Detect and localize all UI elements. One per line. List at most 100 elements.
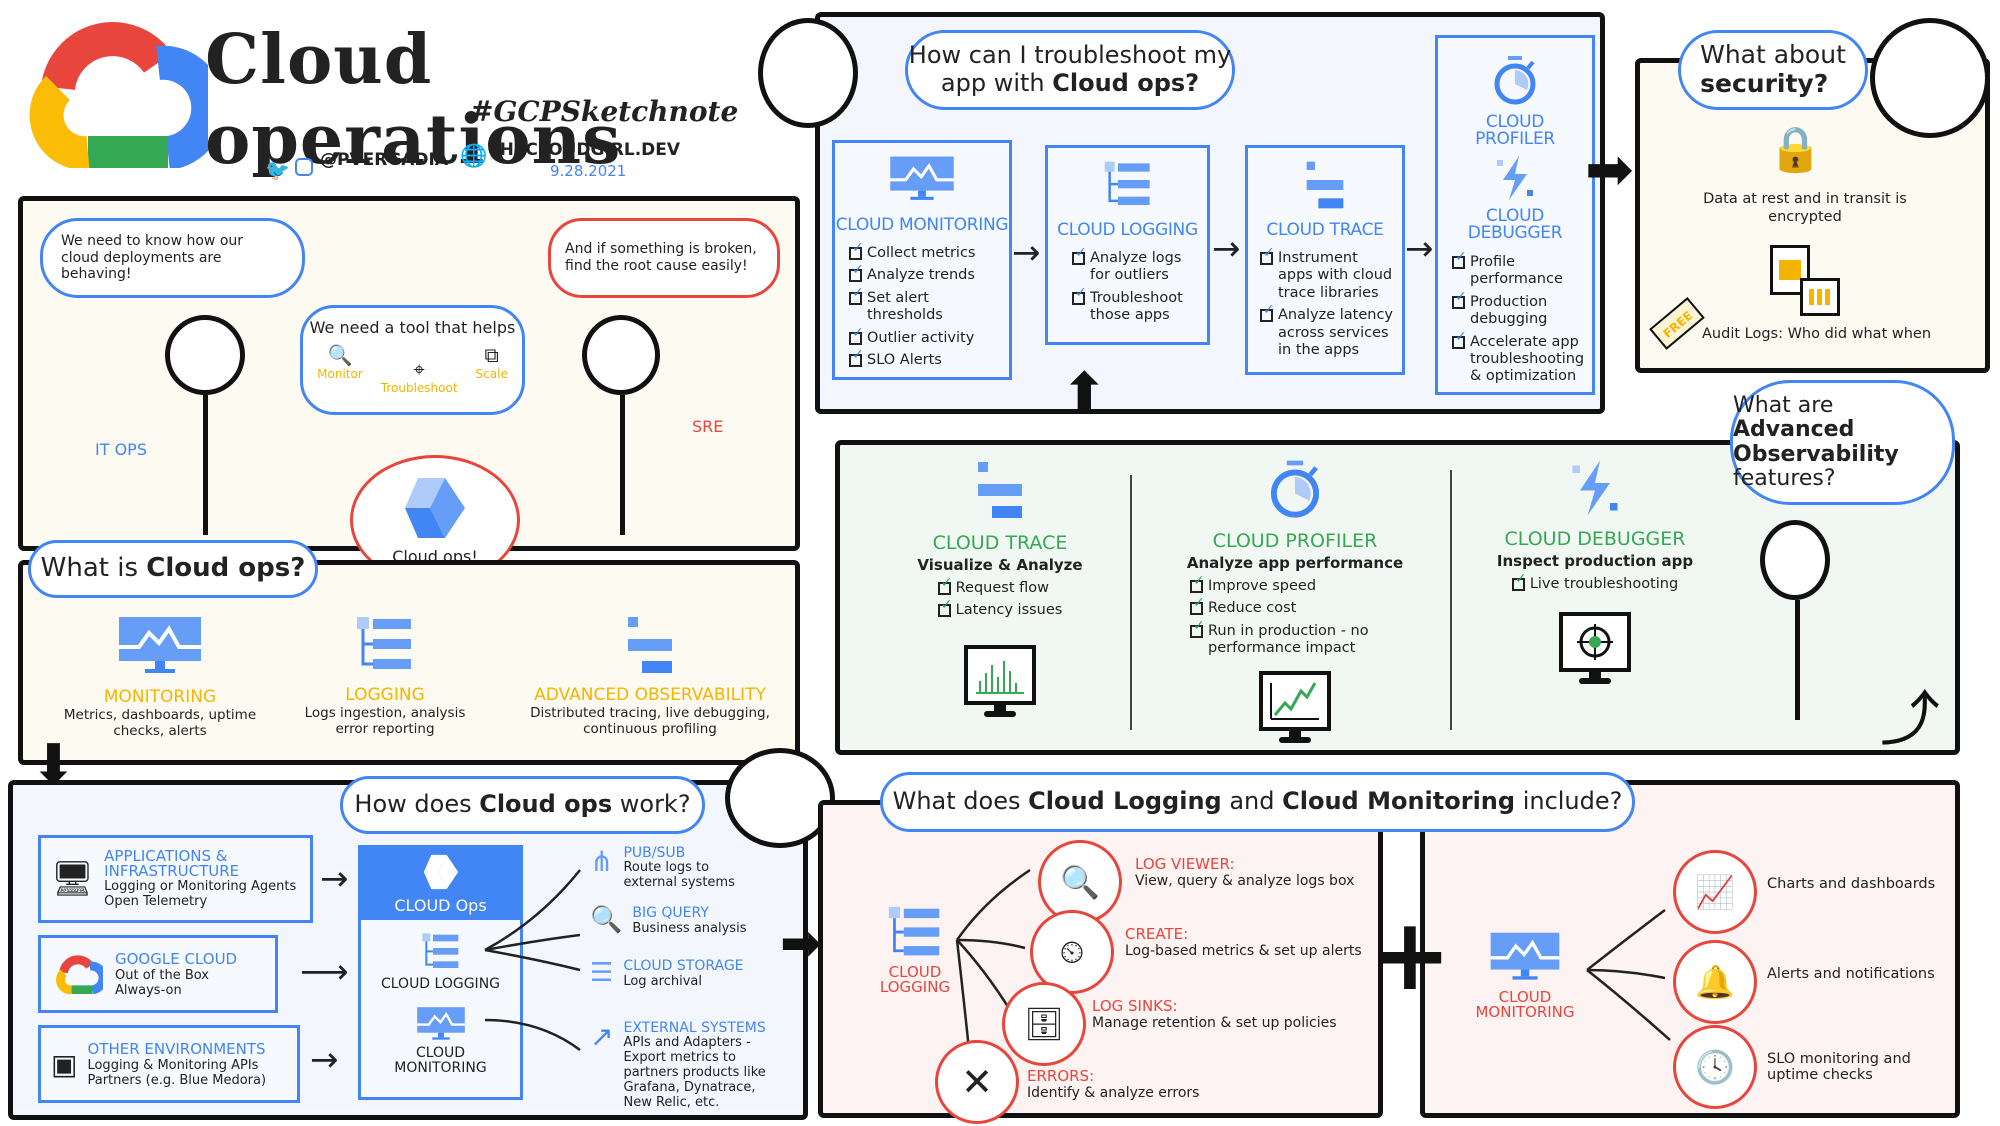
tool-item-scale: ⧉ Scale: [475, 343, 508, 382]
advanced-figure-head: [1760, 520, 1830, 600]
lock-icon: 🔒: [1768, 124, 1823, 175]
monitoring-item-alerts: Alerts and notifications: [1767, 966, 1935, 982]
alerts-icon-circle: 🔔: [1673, 940, 1757, 1024]
includes-question-bubble: What does Cloud Logging and Cloud Monito…: [880, 772, 1635, 832]
profiler-stopwatch-icon: [1270, 460, 1320, 518]
bell-notification-icon: 🔔: [1695, 963, 1735, 1001]
check-icon: [1260, 245, 1275, 265]
arrow-right-icon: →: [1212, 229, 1241, 269]
logging-hub: CLOUD LOGGING: [870, 905, 960, 995]
cloud-ops-cube-icon: [423, 854, 458, 890]
logging-item-errors: ERRORS: Identify & analyze errors: [1027, 1067, 1200, 1101]
monitor-line-chart-icon: [1259, 670, 1331, 743]
itops-figure-body: [203, 395, 208, 535]
troubleshoot-question-bubble: How can I troubleshoot my app with Cloud…: [905, 30, 1235, 110]
monitoring-item-charts: Charts and dashboards: [1767, 876, 1936, 892]
big-arrow-right-icon: ➡: [1585, 135, 1634, 203]
check-icon: [1260, 302, 1275, 323]
chip-icon: ▣: [51, 1047, 78, 1081]
arrow-right-icon: →: [1012, 233, 1041, 273]
how-works-question-bubble: How does Cloud ops work?: [340, 776, 705, 834]
date: 9.28.2021: [550, 162, 627, 180]
log-sinks-icon-circle: 🗄: [1002, 982, 1086, 1066]
cloud-ops-cube-icon: [405, 478, 465, 539]
divider: [1450, 470, 1452, 730]
scale-icon: ⧉: [484, 343, 499, 368]
profiler-stopwatch-icon: [1494, 56, 1536, 105]
google-cloud-logo-icon: [29, 22, 208, 168]
monitoring-icon: [416, 1007, 465, 1040]
monitoring-item-slo: SLO monitoring and uptime checks: [1767, 1051, 1911, 1083]
what-is-question-bubble: What is Cloud ops?: [28, 540, 318, 598]
logging-icon: [1104, 161, 1150, 205]
source-applications: 🖥 APPLICATIONS & INFRASTRUCTURE Logging …: [38, 835, 313, 923]
step-checklist: Collect metrics Analyze trends Set alert…: [835, 235, 1009, 369]
monitoring-fan-arrows: [1586, 909, 1671, 1041]
step-checklist: Analyze logs for outliers Troubleshoot t…: [1048, 240, 1207, 325]
pubsub-icon: ⋔: [590, 845, 614, 878]
twitter-icon: 🐦: [265, 158, 290, 182]
divider: [1130, 475, 1132, 730]
what-is-item-logging: LOGGING Logs ingestion, analysis error r…: [290, 615, 480, 737]
debugger-icon: [1497, 156, 1533, 200]
check-icon: [1511, 571, 1527, 591]
check-icon: [849, 347, 864, 367]
check-icon: [937, 575, 952, 595]
feature-cloud-profiler: CLOUD PROFILER Analyze app performance I…: [1170, 460, 1420, 749]
thinker-figure-head: [758, 18, 858, 128]
external-link-icon: ↗: [590, 1020, 614, 1053]
step-checklist: Instrument apps with cloud trace librari…: [1248, 240, 1402, 359]
itops-label: IT OPS: [95, 440, 147, 459]
monitor-magnifier-icon: 🔍: [327, 343, 353, 368]
arrow-right-icon: ⟶: [300, 952, 349, 992]
step-profiler-debugger: CLOUD PROFILER CLOUD DEBUGGER Profile pe…: [1435, 35, 1595, 395]
feature-cloud-debugger: CLOUD DEBUGGER Inspect production app Li…: [1480, 460, 1710, 690]
sre-speech-bubble: And if something is broken, find the roo…: [548, 218, 780, 298]
database-sync-icon: 🗄: [1023, 1005, 1065, 1043]
check-icon: [849, 240, 864, 260]
source-other-environments: ▣ OTHER ENVIRONMENTS Logging & Monitorin…: [38, 1025, 300, 1103]
check-icon: [1190, 595, 1205, 616]
logging-icon: [357, 617, 411, 669]
header: Cloud operations #GCPSketchnote 🐦 @PVERG…: [0, 0, 760, 190]
destination-cloud-storage: ☰ CLOUD STORAGE Log archival: [590, 958, 744, 989]
step-checklist: Profile performance Production debugging…: [1438, 242, 1592, 386]
charts-icon-circle: 📈: [1673, 850, 1757, 934]
log-viewer-icon: 🔍: [1060, 863, 1100, 901]
sre-figure-body: [620, 395, 625, 535]
destination-pubsub: ⋔ PUB/SUB Route logs to external systems: [590, 845, 735, 890]
debugger-icon: [1572, 460, 1618, 516]
check-icon: [1452, 329, 1467, 349]
tool-items: 🔍 Monitor ⌖ Troubleshoot ⧉ Scale: [317, 343, 508, 395]
feature-checklist: Improve speed Reduce cost Run in product…: [1190, 573, 1400, 663]
sre-figure-head: [582, 315, 660, 395]
destination-bigquery: 🔍 BIG QUERY Business analysis: [590, 905, 747, 936]
fan-out-arrows: [484, 869, 581, 1052]
feature-checklist: Live troubleshooting: [1511, 571, 1678, 598]
logging-icon: [421, 933, 458, 968]
itops-figure-head: [165, 315, 245, 395]
trace-icon: [628, 617, 672, 673]
monitoring-icon: [890, 156, 954, 200]
tool-item-monitor: 🔍 Monitor: [317, 343, 363, 382]
google-cloud-logo-icon: [56, 955, 103, 994]
step-cloud-monitoring: CLOUD MONITORING Collect metrics Analyze…: [832, 140, 1012, 380]
security-question-bubble: What about security?: [1678, 30, 1868, 110]
what-is-item-observability: ADVANCED OBSERVABILITY Distributed traci…: [520, 615, 780, 737]
big-arrow-right-icon: ➡: [780, 914, 822, 972]
hashtag: #GCPSketchnote: [470, 95, 739, 128]
check-icon: [849, 262, 864, 283]
security-figure-head: [1870, 18, 1990, 138]
sre-label: SRE: [692, 417, 724, 436]
check-icon: [849, 325, 864, 345]
itops-speech-bubble: We need to know how our cloud deployment…: [40, 218, 305, 298]
logging-item-create: CREATE: Log-based metrics & set up alert…: [1125, 925, 1362, 959]
arrow-right-icon: →: [1405, 229, 1434, 269]
errors-icon-circle: ✕: [935, 1040, 1019, 1124]
desktop-app-icon: 🖥: [51, 859, 95, 899]
website: THECLOUDGIRL.DEV: [488, 140, 681, 160]
source-google-cloud: GOOGLE CLOUD Out of the Box Always-on: [38, 935, 278, 1013]
check-icon: [1190, 618, 1205, 638]
check-icon: [1452, 289, 1467, 309]
destination-external-systems: ↗ EXTERNAL SYSTEMS APIs and Adapters - Ex…: [590, 1020, 766, 1110]
